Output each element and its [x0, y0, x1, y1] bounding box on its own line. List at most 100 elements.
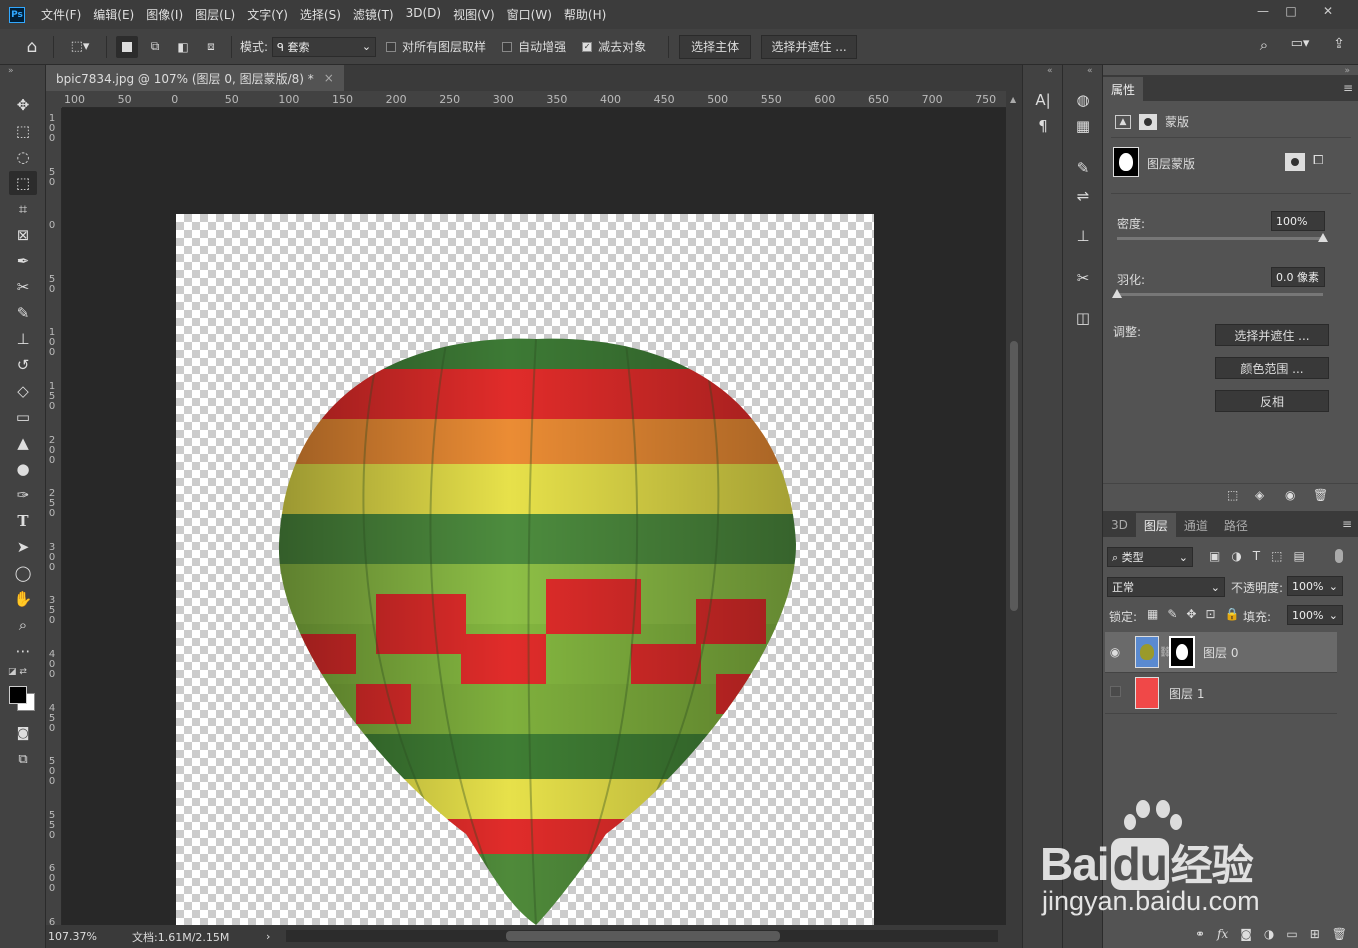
menu-item-8[interactable]: 视图(V): [447, 6, 501, 23]
tab-layers-0[interactable]: 3D: [1103, 513, 1136, 537]
delete-mask-icon[interactable]: 🗑: [1313, 488, 1328, 502]
workspace-icon[interactable]: ▭▾: [1283, 36, 1317, 51]
brush-tool-icon[interactable]: ✎: [9, 301, 37, 325]
brush-settings-icon[interactable]: ✎: [1071, 157, 1095, 179]
menu-item-9[interactable]: 窗口(W): [501, 6, 558, 23]
menu-item-3[interactable]: 图层(L): [189, 6, 241, 23]
new-group-icon[interactable]: ▭: [1286, 927, 1297, 941]
sample-all-layers-checkbox[interactable]: 对所有图层取样: [386, 38, 486, 55]
lock-icons[interactable]: ▦✎✥⊡🔒: [1147, 607, 1248, 621]
ellipse-tool-icon[interactable]: ◯: [9, 561, 37, 585]
layer-mask-thumbnail[interactable]: [1169, 636, 1195, 668]
marquee-tool-icon[interactable]: ⬚: [9, 119, 37, 143]
canvas-view[interactable]: [62, 109, 1006, 925]
visibility-eye-icon[interactable]: ◉: [1105, 645, 1125, 659]
blend-mode-select[interactable]: 正常 ⌄: [1107, 577, 1225, 597]
gradient-tool-icon[interactable]: ▭: [9, 405, 37, 429]
blur-tool-icon[interactable]: ▲: [9, 431, 37, 455]
paragraph-panel-icon[interactable]: ¶: [1031, 115, 1055, 137]
document-tab[interactable]: bpic7834.jpg @ 107% (图层 0, 图层蒙版/8) * ×: [46, 65, 344, 91]
tab-properties[interactable]: 属性: [1103, 77, 1144, 101]
type-tool-icon[interactable]: T: [9, 509, 37, 533]
auto-enhance-checkbox[interactable]: 自动增强: [502, 38, 566, 55]
foreground-color-swatch[interactable]: [9, 686, 27, 704]
menu-item-7[interactable]: 3D(D): [400, 6, 447, 23]
select-and-mask-button[interactable]: 选择并遮住 ...: [1215, 324, 1329, 346]
frame-tool-icon[interactable]: ⊠: [9, 223, 37, 247]
select-and-mask-button[interactable]: 选择并遮住 ...: [761, 34, 858, 59]
swatches-panel-icon[interactable]: ▦: [1071, 115, 1095, 137]
home-icon[interactable]: ⌂: [20, 37, 44, 57]
menu-item-1[interactable]: 编辑(E): [87, 6, 140, 23]
color-panel-icon[interactable]: ◍: [1071, 89, 1095, 111]
layer-mask-icon[interactable]: [1139, 113, 1157, 130]
filter-toggle-icon[interactable]: [1335, 549, 1343, 563]
path-selection-tool-icon[interactable]: ➤: [9, 535, 37, 559]
feather-slider[interactable]: [1117, 293, 1323, 296]
pen-tool-icon[interactable]: ✑: [9, 483, 37, 507]
layer-name[interactable]: 图层 1: [1169, 685, 1204, 702]
subtract-object-checkbox[interactable]: ✓ 减去对象: [582, 38, 646, 55]
fx-icon[interactable]: fx: [1217, 927, 1228, 941]
select-subject-button[interactable]: 选择主体: [679, 34, 752, 59]
tools-preset-icon[interactable]: ✂: [1071, 267, 1095, 289]
clone-source-icon[interactable]: ⊥: [1071, 225, 1095, 247]
color-range-button[interactable]: 颜色范围 ...: [1215, 357, 1329, 379]
layer-filter-icons[interactable]: ▣◑T⬚▤: [1209, 549, 1316, 563]
object-selection-tool-icon[interactable]: ⬚: [9, 171, 37, 195]
eraser-tool-icon[interactable]: ◇: [9, 379, 37, 403]
new-layer-icon[interactable]: ⊞: [1310, 927, 1320, 941]
scroll-thumb[interactable]: [506, 931, 780, 941]
select-vector-mask-icon[interactable]: ⧠: [1313, 153, 1323, 168]
menu-item-2[interactable]: 图像(I): [140, 6, 189, 23]
apply-mask-icon[interactable]: ◈: [1255, 488, 1264, 502]
close-button[interactable]: ✕: [1310, 0, 1346, 22]
restore-button[interactable]: □: [1275, 0, 1307, 22]
layer-row[interactable]: 图层 1: [1105, 673, 1337, 713]
menu-item-5[interactable]: 选择(S): [294, 6, 347, 23]
clone-stamp-tool-icon[interactable]: ⊥: [9, 327, 37, 351]
lasso-tool-icon[interactable]: ◌: [9, 145, 37, 169]
menu-item-10[interactable]: 帮助(H): [558, 6, 612, 23]
pixel-mask-icon[interactable]: ▲: [1115, 114, 1131, 129]
layers-menu-icon[interactable]: ≡: [1342, 517, 1352, 531]
intersect-selection-icon[interactable]: ⧈: [200, 39, 222, 54]
layer-filter-select[interactable]: ⌕ 类型 ⌄: [1107, 547, 1193, 567]
history-brush-tool-icon[interactable]: ↺: [9, 353, 37, 377]
dodge-tool-icon[interactable]: ●: [9, 457, 37, 481]
eyedropper-tool-icon[interactable]: ✒: [9, 249, 37, 273]
zoom-level[interactable]: 107.37%: [48, 930, 132, 943]
mode-select[interactable]: ᑫ 套索 ⌄: [272, 36, 377, 57]
move-tool-icon[interactable]: ✥: [9, 93, 37, 117]
fill-field[interactable]: 100% ⌄: [1287, 605, 1343, 625]
menu-item-0[interactable]: 文件(F): [35, 6, 87, 23]
toggle-mask-eye-icon[interactable]: ◉: [1285, 488, 1295, 502]
close-tab-icon[interactable]: ×: [324, 71, 334, 85]
zoom-tool-icon[interactable]: ⌕: [9, 613, 37, 637]
load-selection-icon[interactable]: ⬚: [1227, 488, 1238, 502]
density-slider-handle[interactable]: [1318, 233, 1328, 242]
more-tools-icon[interactable]: ⋯: [9, 639, 37, 663]
libraries-icon[interactable]: ◫: [1071, 307, 1095, 329]
link-icon[interactable]: ⛓: [1159, 647, 1172, 658]
panel-menu-icon[interactable]: ≡: [1343, 81, 1353, 95]
link-layers-icon[interactable]: ⚭: [1195, 927, 1205, 941]
adjustment-layer-icon[interactable]: ◑: [1264, 927, 1274, 941]
character-panel-icon[interactable]: A|: [1031, 89, 1055, 111]
layer-name[interactable]: 图层 0: [1203, 644, 1238, 661]
subtract-from-selection-icon[interactable]: ◧: [172, 40, 194, 54]
crop-tool-icon[interactable]: ⌗: [9, 197, 37, 221]
menu-item-6[interactable]: 滤镜(T): [347, 6, 400, 23]
tab-layers-2[interactable]: 通道: [1176, 513, 1216, 537]
tab-layers-1[interactable]: 图层: [1135, 513, 1176, 537]
adjustments-icon[interactable]: ⇌: [1071, 185, 1095, 207]
share-icon[interactable]: ⇪: [1329, 36, 1349, 52]
select-pixel-mask-icon[interactable]: [1285, 153, 1305, 171]
density-field[interactable]: 100%: [1271, 211, 1325, 231]
add-to-selection-icon[interactable]: ⧉: [144, 39, 166, 54]
menu-item-4[interactable]: 文字(Y): [241, 6, 294, 23]
horizontal-scrollbar[interactable]: [286, 930, 998, 942]
scroll-thumb[interactable]: [1010, 341, 1018, 611]
opacity-field[interactable]: 100% ⌄: [1287, 576, 1343, 596]
visibility-toggle-icon[interactable]: [1105, 686, 1125, 700]
